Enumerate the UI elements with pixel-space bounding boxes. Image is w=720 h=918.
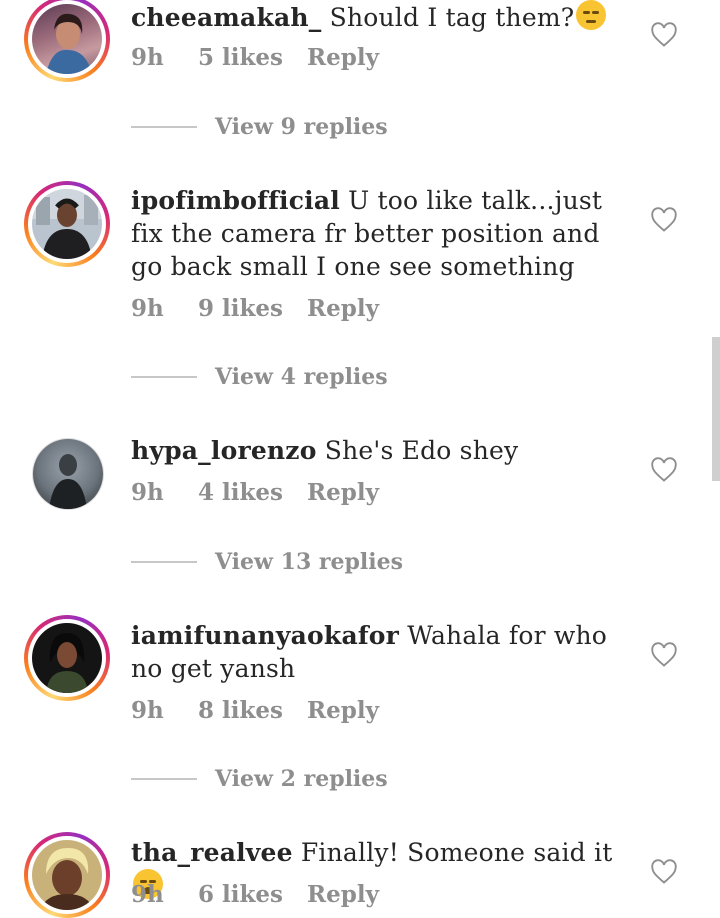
- reply-button[interactable]: Reply: [307, 44, 379, 71]
- divider: [131, 376, 197, 378]
- comment-meta: 9h 5 likes Reply: [131, 44, 379, 71]
- divider: [131, 561, 197, 563]
- comment-likes[interactable]: 6 likes: [198, 881, 307, 908]
- avatar[interactable]: [24, 832, 110, 918]
- comment-meta: 9h 6 likes Reply: [131, 881, 379, 908]
- comment-username[interactable]: ipofimbofficial: [131, 186, 340, 215]
- avatar[interactable]: [32, 438, 104, 510]
- comment-username[interactable]: iamifunanyaokafor: [131, 621, 399, 650]
- reply-button[interactable]: Reply: [307, 479, 379, 506]
- comment-time: 9h: [131, 881, 164, 908]
- comment-text: iamifunanyaokafor Wahala for who no get …: [131, 619, 631, 685]
- avatar[interactable]: [24, 181, 110, 267]
- divider: [131, 126, 197, 128]
- comment-body: She's Edo shey: [324, 436, 519, 465]
- comment-username[interactable]: hypa_lorenzo: [131, 436, 317, 465]
- view-replies[interactable]: View 4 replies: [131, 364, 388, 390]
- reply-button[interactable]: Reply: [307, 881, 379, 908]
- comment-meta: 9h 9 likes Reply: [131, 295, 379, 322]
- view-replies[interactable]: View 2 replies: [131, 766, 388, 792]
- view-replies-label[interactable]: View 4 replies: [215, 364, 388, 390]
- comment-likes[interactable]: 4 likes: [198, 479, 307, 506]
- comment-text: ipofimbofficial U too like talk...just f…: [131, 184, 631, 283]
- like-heart-icon[interactable]: [650, 859, 678, 885]
- comment-body: Should I tag them?: [329, 3, 575, 32]
- comment-likes[interactable]: 8 likes: [198, 697, 307, 724]
- like-heart-icon[interactable]: [650, 642, 678, 668]
- comment-time: 9h: [131, 44, 164, 71]
- comment-time: 9h: [131, 295, 164, 322]
- view-replies[interactable]: View 9 replies: [131, 114, 388, 140]
- reply-button[interactable]: Reply: [307, 697, 379, 724]
- comment-likes[interactable]: 9 likes: [198, 295, 307, 322]
- comment-time: 9h: [131, 479, 164, 506]
- reply-button[interactable]: Reply: [307, 295, 379, 322]
- comment-time: 9h: [131, 697, 164, 724]
- view-replies-label[interactable]: View 9 replies: [215, 114, 388, 140]
- comment-username[interactable]: tha_realvee: [131, 838, 293, 867]
- comment-username[interactable]: cheeamakah_: [131, 3, 321, 32]
- scrollbar[interactable]: [712, 337, 720, 481]
- avatar[interactable]: [24, 615, 110, 701]
- comment-text: hypa_lorenzo She's Edo shey: [131, 434, 631, 467]
- comment-text: cheeamakah_ Should I tag them?: [131, 0, 631, 34]
- avatar[interactable]: [24, 0, 110, 82]
- divider: [131, 778, 197, 780]
- comment-meta: 9h 4 likes Reply: [131, 479, 379, 506]
- like-heart-icon[interactable]: [650, 207, 678, 233]
- like-heart-icon[interactable]: [650, 22, 678, 48]
- like-heart-icon[interactable]: [650, 457, 678, 483]
- comment-body: Finally! Someone said it: [300, 838, 613, 867]
- comment-likes[interactable]: 5 likes: [198, 44, 307, 71]
- view-replies-label[interactable]: View 2 replies: [215, 766, 388, 792]
- view-replies-label[interactable]: View 13 replies: [215, 549, 403, 575]
- comment-meta: 9h 8 likes Reply: [131, 697, 379, 724]
- unamused-face-icon: [576, 0, 607, 30]
- view-replies[interactable]: View 13 replies: [131, 549, 403, 575]
